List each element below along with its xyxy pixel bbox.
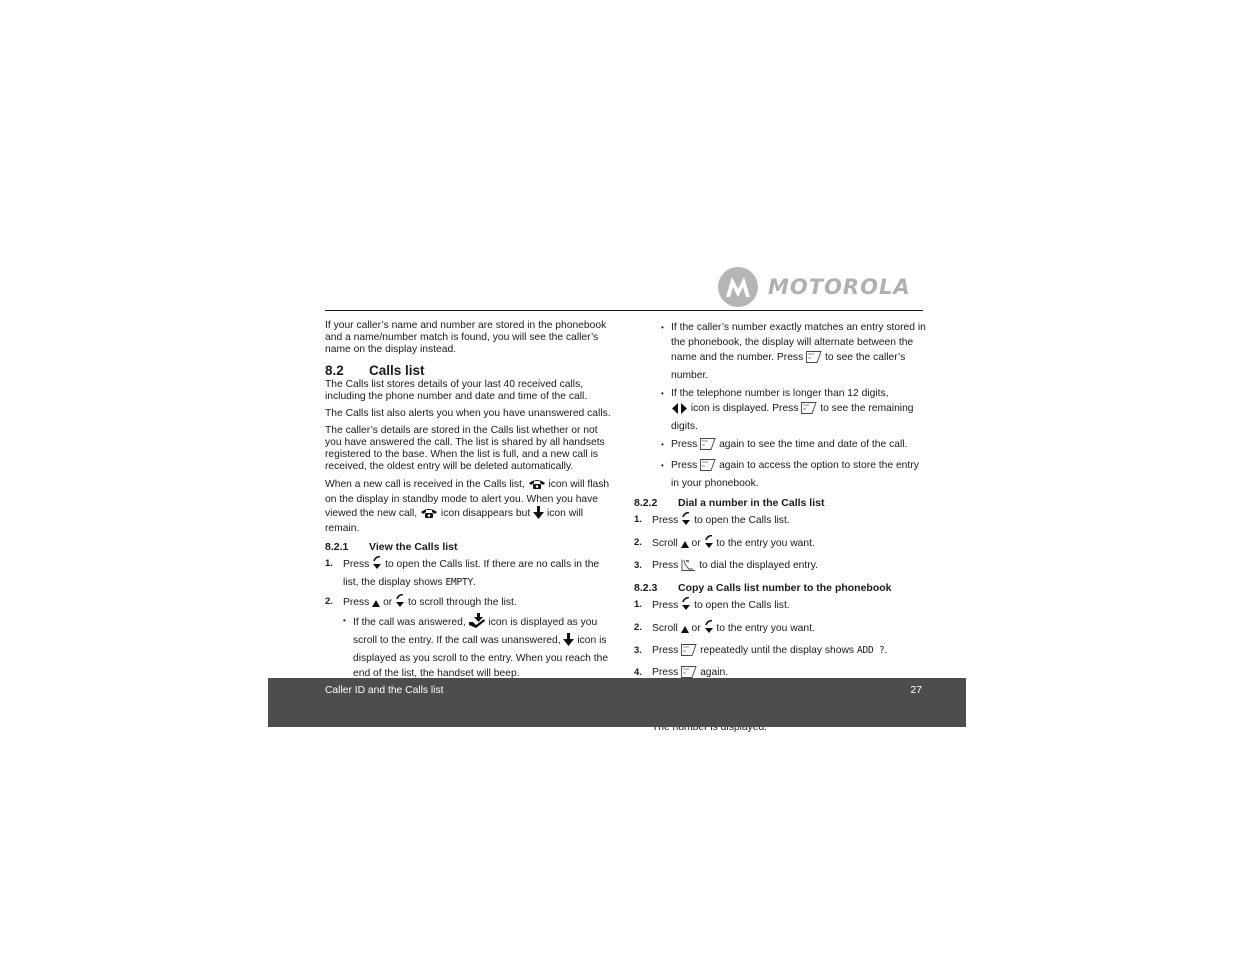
talk-dial-icon [681,559,696,576]
motorola-logo: MOTOROLA [718,266,911,308]
dial-number-steps: 1. Press to open the Calls list. 2. Scro… [634,511,926,576]
bullet-item: Press again to access the option to stor… [661,458,926,491]
missed-call-arrow-icon [563,633,575,651]
menu-ok-icon [700,438,716,455]
subsection-heading-8-2-1: 8.2.1 View the Calls list [325,541,458,553]
bullet-item: If the caller’s number exactly matches a… [661,320,926,383]
step-item: 1. Press to open the Calls list. If ther… [325,555,600,588]
menu-ok-icon [681,644,697,661]
subsection-heading-8-2-3: 8.2.3 Copy a Calls list number to the pho… [634,582,892,594]
bullet-item: If the call was answered, icon is displa… [343,613,613,681]
menu-ok-icon [700,459,716,476]
telephone-icon [420,507,438,523]
step-item: 1. Press to open the Calls list. [634,596,926,616]
calls-list-down-icon [372,555,382,575]
caller-display-bullets: If the caller’s number exactly matches a… [661,320,926,491]
header-rule [325,310,923,311]
calls-list-down-icon [395,593,405,613]
step-item: 1. Press to open the Calls list. [634,511,926,531]
up-arrow-icon [372,598,381,613]
calls-list-down-icon [704,534,714,554]
missed-call-arrow-icon [533,506,545,523]
calls-list-down-icon [681,596,691,616]
answered-call-icon [468,613,486,633]
calls-list-para-3: The caller’s details are stored in the C… [325,425,605,472]
step-item: 2. Scroll or to the entry you want. [634,534,926,554]
left-right-arrows-icon [671,403,688,419]
calls-list-para-1: The Calls list stores details of your la… [325,379,588,402]
page-footer: Caller ID and the Calls list 27 [268,678,966,727]
intro-paragraph: If your caller’s name and number are sto… [325,320,607,355]
view-calls-steps: 1. Press to open the Calls list. If ther… [325,555,613,681]
menu-ok-icon [806,351,822,368]
step-item: 2. Press or to scroll through the list. … [325,593,613,681]
telephone-icon [528,478,546,494]
up-arrow-icon [680,539,689,554]
up-arrow-icon [680,624,689,639]
calls-list-para-4: When a new call is received in the Calls… [325,478,610,534]
right-column: If the caller’s number exactly matches a… [634,320,926,739]
calls-list-down-icon [681,511,691,531]
step-item: 3. Press to dial the displayed entry. [634,558,926,576]
calls-list-down-icon [704,619,714,639]
page-number: 27 [910,685,922,696]
brand-wordmark: MOTOROLA [768,275,911,299]
scroll-bullets: If the call was answered, icon is displa… [343,613,613,681]
bullet-item: Press again to see the time and date of … [661,437,926,455]
subsection-heading-8-2-2: 8.2.2 Dial a number in the Calls list [634,497,825,509]
calls-list-para-2: The Calls list also alerts you when you … [325,408,611,419]
step-item: 3. Press repeatedly until the display sh… [634,643,926,661]
menu-ok-icon [801,402,818,419]
footer-chapter-title: Caller ID and the Calls list [325,685,444,696]
section-heading: 8.2 Calls list [325,363,425,378]
bullet-item: If the telephone number is longer than 1… [661,386,926,434]
step-item: 2. Scroll or to the entry you want. [634,619,926,639]
motorola-batwing-icon [718,267,758,307]
left-column: If your caller’s name and number are sto… [325,320,613,685]
manual-page: MOTOROLA If your caller’s name and numbe… [0,0,1235,954]
